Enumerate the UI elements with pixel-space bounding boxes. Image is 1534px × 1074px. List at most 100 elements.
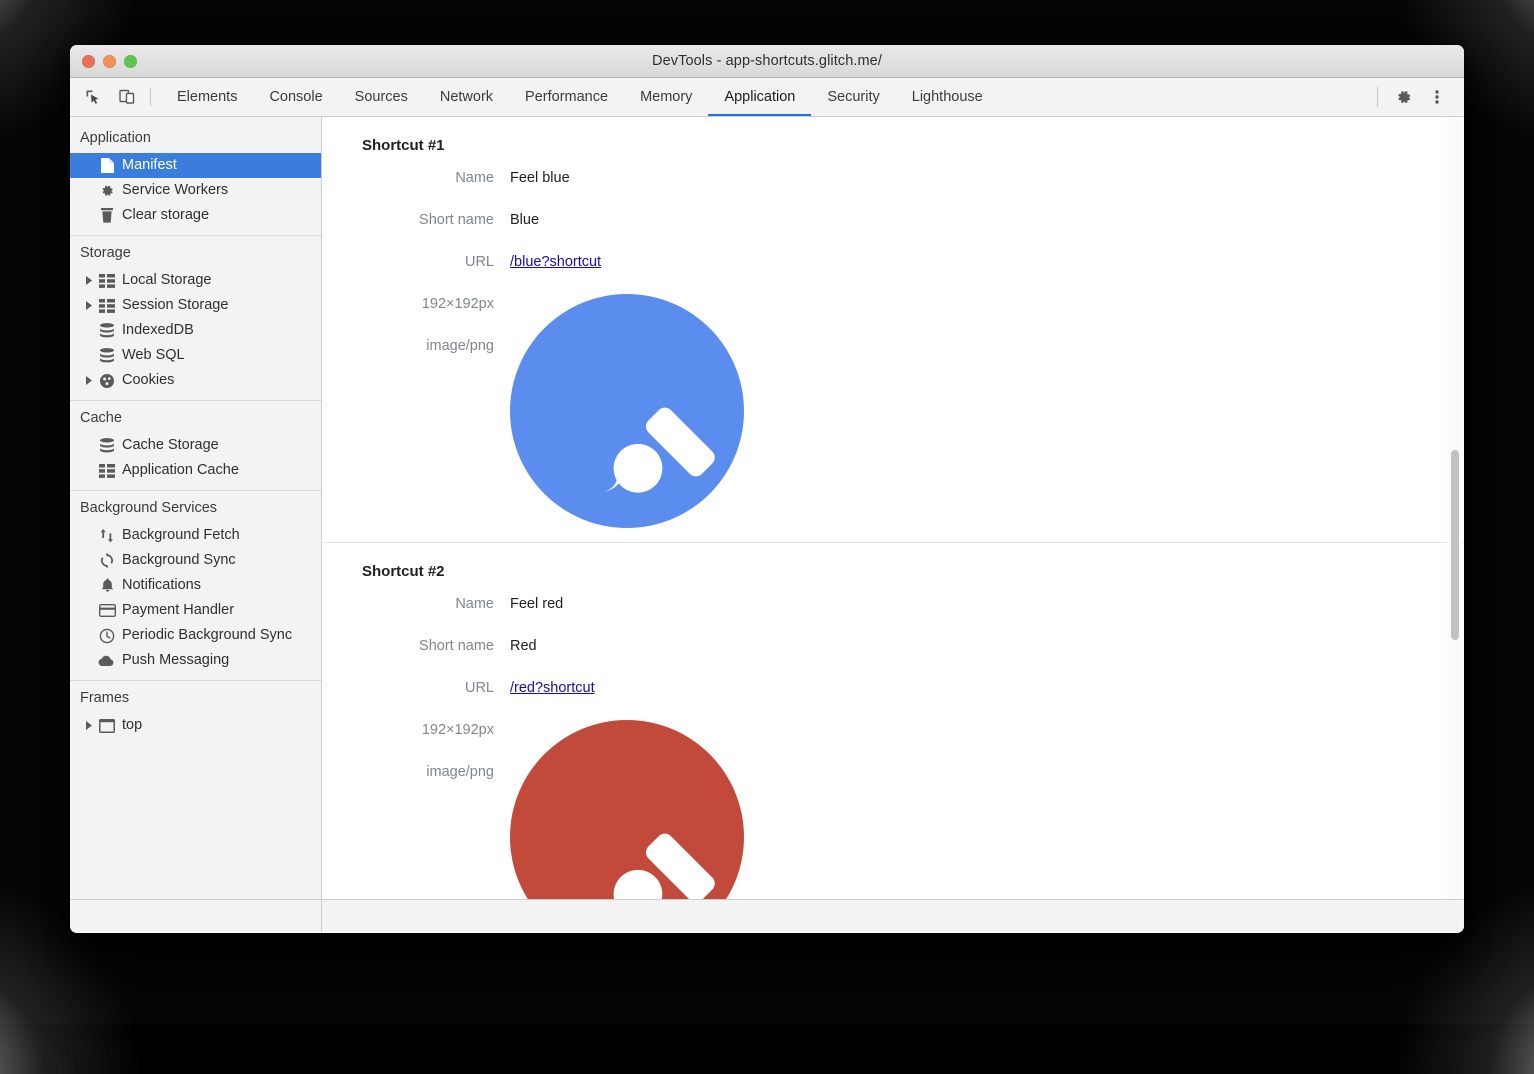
- sidebar-item-label: Cache Storage: [122, 438, 219, 453]
- tabstrip-right-tools: [1377, 78, 1464, 116]
- chevron-right-icon[interactable]: [82, 721, 96, 730]
- shortcut-icon-row: 192×192px image/png: [362, 720, 1464, 899]
- icon-mime-label: image/png: [362, 336, 494, 356]
- sidebar-item-label: Push Messaging: [122, 653, 229, 668]
- shortcut-name-row: Name Feel blue: [362, 168, 1464, 188]
- sidebar-item-application-cache[interactable]: Application Cache: [70, 458, 321, 483]
- sidebar-item-label: Cookies: [122, 373, 174, 388]
- shortcut-short-name-row: Short name Red: [362, 636, 1464, 656]
- toolbar-divider: [150, 88, 151, 106]
- trash-icon: [96, 207, 118, 224]
- sidebar-item-label: Manifest: [122, 158, 177, 173]
- tab-console[interactable]: Console: [253, 78, 338, 116]
- bell-icon: [96, 577, 118, 594]
- tab-elements[interactable]: Elements: [161, 78, 253, 116]
- close-button[interactable]: [82, 55, 95, 68]
- tab-lighthouse[interactable]: Lighthouse: [896, 78, 999, 116]
- field-label: URL: [362, 678, 510, 698]
- field-label: Short name: [362, 636, 510, 656]
- icon-size-label: 192×192px: [362, 294, 494, 314]
- sidebar-item-label: Notifications: [122, 578, 201, 593]
- minimize-button[interactable]: [103, 55, 116, 68]
- sidebar-item-background-fetch[interactable]: Background Fetch: [70, 523, 321, 548]
- chevron-right-icon[interactable]: [82, 376, 96, 385]
- cloud-icon: [96, 655, 118, 667]
- sidebar-item-label: top: [122, 718, 142, 733]
- field-label: Name: [362, 168, 510, 188]
- sidebar-divider: [70, 235, 321, 236]
- tab-label: Network: [440, 89, 493, 105]
- tab-memory[interactable]: Memory: [624, 78, 708, 116]
- shortcut-icon-meta: 192×192px image/png: [362, 294, 510, 356]
- shortcut-url-link[interactable]: /red?shortcut: [510, 678, 595, 698]
- device-toolbar-icon[interactable]: [110, 78, 144, 116]
- window-controls: [82, 45, 137, 77]
- chevron-right-icon[interactable]: [82, 276, 96, 285]
- more-options-icon[interactable]: [1420, 87, 1454, 107]
- sidebar-item-label: Service Workers: [122, 183, 228, 198]
- credit-card-icon: [96, 604, 118, 617]
- tab-label: Security: [827, 89, 879, 105]
- sidebar-item-payment-handler[interactable]: Payment Handler: [70, 598, 321, 623]
- sidebar-item-indexeddb[interactable]: IndexedDB: [70, 318, 321, 343]
- field-value: Blue: [510, 210, 539, 230]
- frame-icon: [96, 719, 118, 733]
- paintbrush-icon: [510, 294, 744, 528]
- shortcut-icon-meta: 192×192px image/png: [362, 720, 510, 782]
- field-label: Short name: [362, 210, 510, 230]
- sidebar-item-cookies[interactable]: Cookies: [70, 368, 321, 393]
- paintbrush-icon: [510, 720, 744, 899]
- devtools-body: Application Manifest: [70, 117, 1464, 899]
- zoom-button[interactable]: [124, 55, 137, 68]
- sync-icon: [96, 552, 118, 569]
- sidebar-item-label: Local Storage: [122, 273, 211, 288]
- shortcut-url-link[interactable]: /blue?shortcut: [510, 252, 601, 272]
- chevron-right-icon[interactable]: [82, 301, 96, 310]
- tab-sources[interactable]: Sources: [339, 78, 424, 116]
- sidebar-item-top[interactable]: top: [70, 713, 321, 738]
- scrollbar-thumb[interactable]: [1451, 450, 1459, 640]
- sidebar-section-application: Application: [70, 123, 321, 153]
- tab-label: Console: [269, 89, 322, 105]
- shortcut-short-name-row: Short name Blue: [362, 210, 1464, 230]
- sidebar-divider: [70, 680, 321, 681]
- sidebar-item-periodic-background-sync[interactable]: Periodic Background Sync: [70, 623, 321, 648]
- gear-icon[interactable]: [1386, 88, 1420, 107]
- shortcut-icon-preview[interactable]: [510, 294, 744, 528]
- shortcut-block-1: Shortcut #1 Name Feel blue Short name Bl…: [322, 117, 1464, 542]
- sidebar-item-background-sync[interactable]: Background Sync: [70, 548, 321, 573]
- tab-network[interactable]: Network: [424, 78, 509, 116]
- inspect-element-icon[interactable]: [76, 78, 110, 116]
- sidebar-item-service-workers[interactable]: Service Workers: [70, 178, 321, 203]
- shortcut-icon-preview[interactable]: [510, 720, 744, 899]
- shortcut-url-row: URL /red?shortcut: [362, 678, 1464, 698]
- sidebar-item-cache-storage[interactable]: Cache Storage: [70, 433, 321, 458]
- sidebar-item-session-storage[interactable]: Session Storage: [70, 293, 321, 318]
- devtools-tabstrip: Elements Console Sources Network Perform…: [70, 78, 1464, 117]
- sidebar-item-notifications[interactable]: Notifications: [70, 573, 321, 598]
- application-sidebar: Application Manifest: [70, 117, 322, 899]
- shortcut-name-row: Name Feel red: [362, 594, 1464, 614]
- statusbar-left: [70, 900, 322, 932]
- tab-security[interactable]: Security: [811, 78, 895, 116]
- sidebar-item-local-storage[interactable]: Local Storage: [70, 268, 321, 293]
- shortcut-block-2: Shortcut #2 Name Feel red Short name Red…: [322, 543, 1464, 899]
- tab-label: Lighthouse: [912, 89, 983, 105]
- tab-label: Elements: [177, 89, 237, 105]
- shortcut-icon-row: 192×192px image/png: [362, 294, 1464, 528]
- updown-arrows-icon: [96, 527, 118, 544]
- tab-performance[interactable]: Performance: [509, 78, 624, 116]
- sidebar-divider: [70, 400, 321, 401]
- manifest-panel: Shortcut #1 Name Feel blue Short name Bl…: [322, 117, 1464, 899]
- icon-size-label: 192×192px: [362, 720, 494, 740]
- vertical-scrollbar[interactable]: [1447, 117, 1462, 899]
- sidebar-item-clear-storage[interactable]: Clear storage: [70, 203, 321, 228]
- sidebar-item-web-sql[interactable]: Web SQL: [70, 343, 321, 368]
- cookie-icon: [96, 373, 118, 389]
- table-icon: [96, 464, 118, 478]
- tab-application[interactable]: Application: [708, 78, 811, 116]
- sidebar-item-push-messaging[interactable]: Push Messaging: [70, 648, 321, 673]
- tab-label: Sources: [355, 89, 408, 105]
- window-title: DevTools - app-shortcuts.glitch.me/: [70, 53, 1464, 69]
- sidebar-item-manifest[interactable]: Manifest: [70, 153, 321, 178]
